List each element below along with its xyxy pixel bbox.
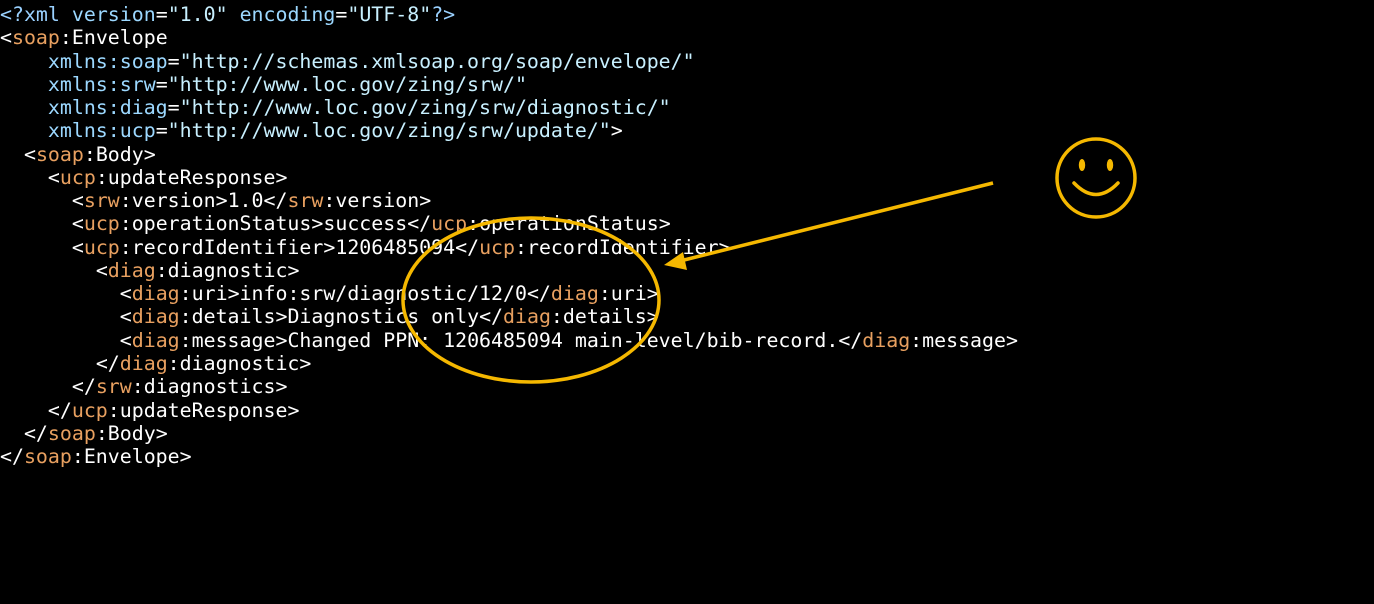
- code-line: <ucp:updateResponse>: [47, 165, 288, 189]
- xml-code-view: <?xml version="1.0" encoding="UTF-8"?> <s…: [0, 0, 1374, 604]
- code-line: <diag:details>Diagnostics only</diag:det…: [119, 305, 659, 329]
- code-line: <diag:uri>info:srw/diagnostic/12/0</diag…: [119, 282, 659, 306]
- code-line: </soap:Envelope>: [0, 445, 192, 469]
- code-line: xmlns:soap="http://schemas.xmlsoap.org/s…: [47, 49, 695, 73]
- code-line: <diag:diagnostic>: [95, 258, 300, 282]
- code-line: xmlns:ucp="http://www.loc.gov/zing/srw/u…: [47, 119, 623, 143]
- code-line: xmlns:diag="http://www.loc.gov/zing/srw/…: [47, 96, 671, 120]
- code-line: </ucp:updateResponse>: [47, 398, 300, 422]
- code-line: <diag:message>Changed PPN: 1206485094 ma…: [119, 328, 1018, 352]
- code-line: <?xml version="1.0" encoding="UTF-8"?>: [0, 3, 456, 26]
- code-line: <ucp:operationStatus>success</ucp:operat…: [71, 212, 671, 236]
- code-line: xmlns:srw="http://www.loc.gov/zing/srw/": [47, 72, 527, 96]
- code-line: <soap:Body>: [23, 142, 156, 166]
- code-line: </soap:Body>: [23, 421, 168, 445]
- code-line: <soap:Envelope: [0, 26, 168, 50]
- code-line: <srw:version>1.0</srw:version>: [71, 189, 432, 213]
- code-line: </srw:diagnostics>: [71, 375, 288, 399]
- code-line: </diag:diagnostic>: [95, 351, 312, 375]
- code-line: <ucp:recordIdentifier>1206485094</ucp:re…: [71, 235, 731, 259]
